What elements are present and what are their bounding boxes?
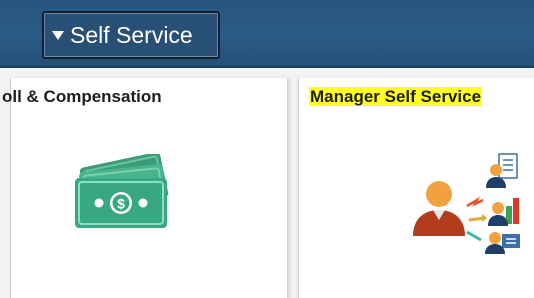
svg-text:$: $ [117,196,125,212]
header-bar: Self Service [0,0,534,68]
tile-title-highlight: Manager Self Service [309,87,483,106]
tile-manager-self-service[interactable]: Manager Self Service [298,78,534,298]
tile-title: Manager Self Service [309,87,483,107]
tile-area: oll & Compensation $ Manager Self Servic… [0,68,534,298]
homepage-selector-label: Self Service [70,21,193,48]
homepage-selector-button[interactable]: Self Service [42,11,220,59]
homepage-screen: Self Service oll & Compensation $ Manage… [0,0,534,298]
caret-down-icon [52,31,64,40]
manager-people-icon [413,153,520,254]
tile-title: oll & Compensation [2,87,162,106]
tile-payroll-compensation[interactable]: oll & Compensation $ [2,78,288,298]
money-icon: $ [75,154,169,228]
